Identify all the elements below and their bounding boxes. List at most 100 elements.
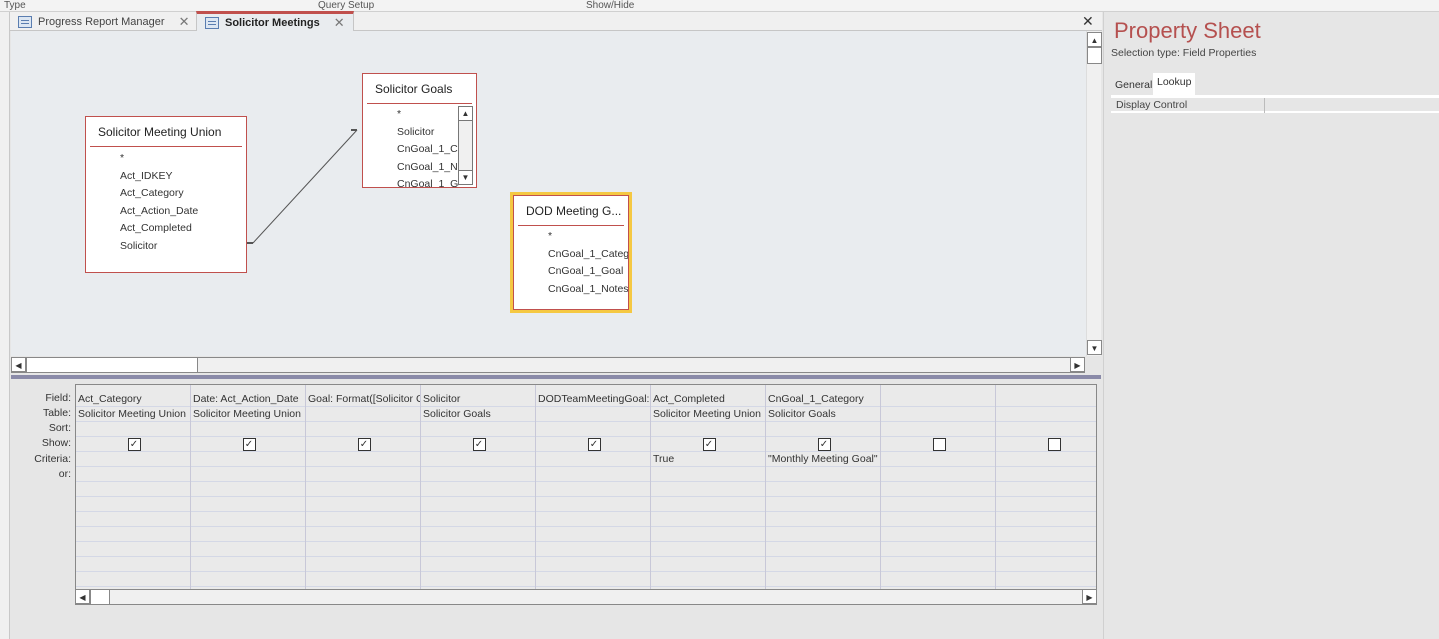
grid-cell-or[interactable] — [996, 512, 1096, 527]
grid-cell-sort[interactable] — [651, 422, 765, 437]
grid-column[interactable]: DODTeamMeetingGoal: ✓ — [536, 385, 651, 589]
close-tab-icon[interactable]: ✕ — [334, 15, 345, 31]
scroll-down-icon[interactable]: ▼ — [459, 170, 472, 184]
grid-cell-or[interactable] — [881, 572, 995, 587]
grid-cell-or[interactable] — [306, 482, 420, 497]
design-vertical-scrollbar[interactable]: ▲ ▼ — [1086, 31, 1102, 356]
grid-cell-criteria[interactable] — [421, 452, 535, 467]
grid-cell-or[interactable] — [766, 542, 880, 557]
grid-cell-or[interactable] — [881, 512, 995, 527]
grid-cell-field[interactable]: Act_Category — [76, 392, 190, 407]
field-item[interactable]: CnGoal_1_Category — [514, 246, 628, 264]
grid-cell-criteria[interactable] — [536, 452, 650, 467]
close-tab-icon[interactable]: ✕ — [179, 14, 190, 30]
scroll-right-icon[interactable]: ▶ — [1070, 357, 1085, 372]
field-item[interactable]: CnGoal_1_Goal — [363, 176, 459, 187]
grid-column[interactable]: Goal: Format([Solicitor G ✓ — [306, 385, 421, 589]
grid-column[interactable]: Act_Completed Solicitor Meeting Union ✓ Tru… — [651, 385, 766, 589]
grid-cell-or[interactable] — [536, 557, 650, 572]
show-checkbox[interactable]: ✓ — [127, 438, 141, 451]
grid-cell-or[interactable] — [191, 557, 305, 572]
grid-cell-or[interactable] — [881, 557, 995, 572]
scroll-left-icon[interactable]: ◀ — [75, 589, 90, 604]
query-design-grid[interactable]: Act_Category Solicitor Meeting Union ✓ Date… — [75, 384, 1097, 590]
grid-cell-or[interactable] — [651, 512, 765, 527]
grid-cell-or[interactable] — [651, 572, 765, 587]
scroll-thumb[interactable] — [1087, 47, 1102, 64]
grid-cell-or[interactable] — [996, 482, 1096, 497]
field-item[interactable]: CnGoal_1_Notes — [363, 159, 459, 177]
grid-cell-or[interactable] — [306, 542, 420, 557]
grid-cell-table[interactable]: Solicitor Goals — [421, 407, 535, 422]
grid-cell-or[interactable] — [766, 557, 880, 572]
scroll-up-icon[interactable]: ▲ — [1087, 32, 1102, 47]
property-row-display-control[interactable]: Display Control — [1111, 98, 1439, 113]
grid-cell-table[interactable]: Solicitor Meeting Union — [191, 407, 305, 422]
grid-cell-or[interactable] — [76, 572, 190, 587]
show-checkbox[interactable]: ✓ — [357, 438, 371, 451]
grid-cell-sort[interactable] — [881, 422, 995, 437]
grid-cell-or[interactable] — [306, 572, 420, 587]
grid-cell-or[interactable] — [421, 572, 535, 587]
field-item[interactable]: * — [363, 106, 459, 124]
grid-cell-or[interactable] — [651, 467, 765, 482]
grid-cell-field[interactable]: CnGoal_1_Category — [766, 392, 880, 407]
grid-cell-or[interactable] — [996, 527, 1096, 542]
table-title[interactable]: Solicitor Meeting Union — [90, 117, 242, 147]
grid-cell-or[interactable] — [536, 527, 650, 542]
grid-cell-or[interactable] — [996, 557, 1096, 572]
table-solicitor-goals[interactable]: Solicitor Goals * Solicitor CnGoal_1_Cat… — [362, 73, 477, 188]
grid-cell-or[interactable] — [306, 557, 420, 572]
grid-cell-or[interactable] — [76, 542, 190, 557]
grid-cell-or[interactable] — [536, 497, 650, 512]
tab-progress-report-manager[interactable]: Progress Report Manager ✕ — [10, 12, 197, 31]
grid-cell-or[interactable] — [306, 467, 420, 482]
grid-cell-or[interactable] — [76, 557, 190, 572]
grid-cell-or[interactable] — [996, 542, 1096, 557]
grid-column[interactable] — [996, 385, 1096, 589]
grid-cell-or[interactable] — [76, 497, 190, 512]
table-scrollbar[interactable]: ▲ ▼ — [458, 106, 473, 185]
grid-cell-criteria[interactable] — [191, 452, 305, 467]
grid-cell-table[interactable] — [306, 407, 420, 422]
grid-column[interactable]: Solicitor Solicitor Goals ✓ — [421, 385, 536, 589]
grid-cell-or[interactable] — [306, 527, 420, 542]
grid-horizontal-scrollbar[interactable]: ◀ ▶ — [75, 589, 1097, 605]
grid-cell-or[interactable] — [76, 467, 190, 482]
grid-cell-sort[interactable] — [306, 422, 420, 437]
grid-cell-sort[interactable] — [191, 422, 305, 437]
grid-cell-or[interactable] — [766, 572, 880, 587]
grid-cell-field[interactable]: DODTeamMeetingGoal: — [536, 392, 650, 407]
grid-cell-or[interactable] — [536, 512, 650, 527]
grid-cell-table[interactable] — [881, 407, 995, 422]
scroll-up-icon[interactable]: ▲ — [459, 107, 472, 121]
field-item[interactable]: CnGoal_1_Category — [363, 141, 459, 159]
tab-solicitor-meetings[interactable]: Solicitor Meetings ✕ — [196, 11, 354, 31]
table-solicitor-meeting-union[interactable]: Solicitor Meeting Union * Act_IDKEY Act_… — [85, 116, 247, 273]
grid-cell-sort[interactable] — [766, 422, 880, 437]
grid-cell-or[interactable] — [881, 527, 995, 542]
close-document-icon[interactable]: ✕ — [1082, 13, 1094, 30]
field-item[interactable]: * — [86, 150, 246, 168]
grid-cell-table[interactable]: Solicitor Meeting Union — [76, 407, 190, 422]
grid-cell-or[interactable] — [76, 482, 190, 497]
grid-cell-sort[interactable] — [536, 422, 650, 437]
grid-cell-or[interactable] — [191, 572, 305, 587]
grid-cell-field[interactable] — [996, 392, 1096, 407]
field-item[interactable]: Solicitor — [86, 238, 246, 256]
grid-cell-criteria[interactable] — [881, 452, 995, 467]
grid-cell-sort[interactable] — [76, 422, 190, 437]
field-item[interactable]: Solicitor — [363, 124, 459, 142]
grid-cell-or[interactable] — [421, 557, 535, 572]
grid-cell-or[interactable] — [421, 542, 535, 557]
grid-cell-or[interactable] — [421, 497, 535, 512]
grid-cell-or[interactable] — [191, 467, 305, 482]
grid-cell-or[interactable] — [766, 527, 880, 542]
grid-cell-field[interactable] — [881, 392, 995, 407]
grid-cell-or[interactable] — [766, 482, 880, 497]
field-item[interactable]: CnGoal_1_Notes — [514, 281, 628, 299]
scroll-down-icon[interactable]: ▼ — [1087, 340, 1102, 355]
grid-column[interactable]: Act_Category Solicitor Meeting Union ✓ — [76, 385, 191, 589]
grid-cell-or[interactable] — [76, 512, 190, 527]
grid-cell-or[interactable] — [881, 497, 995, 512]
